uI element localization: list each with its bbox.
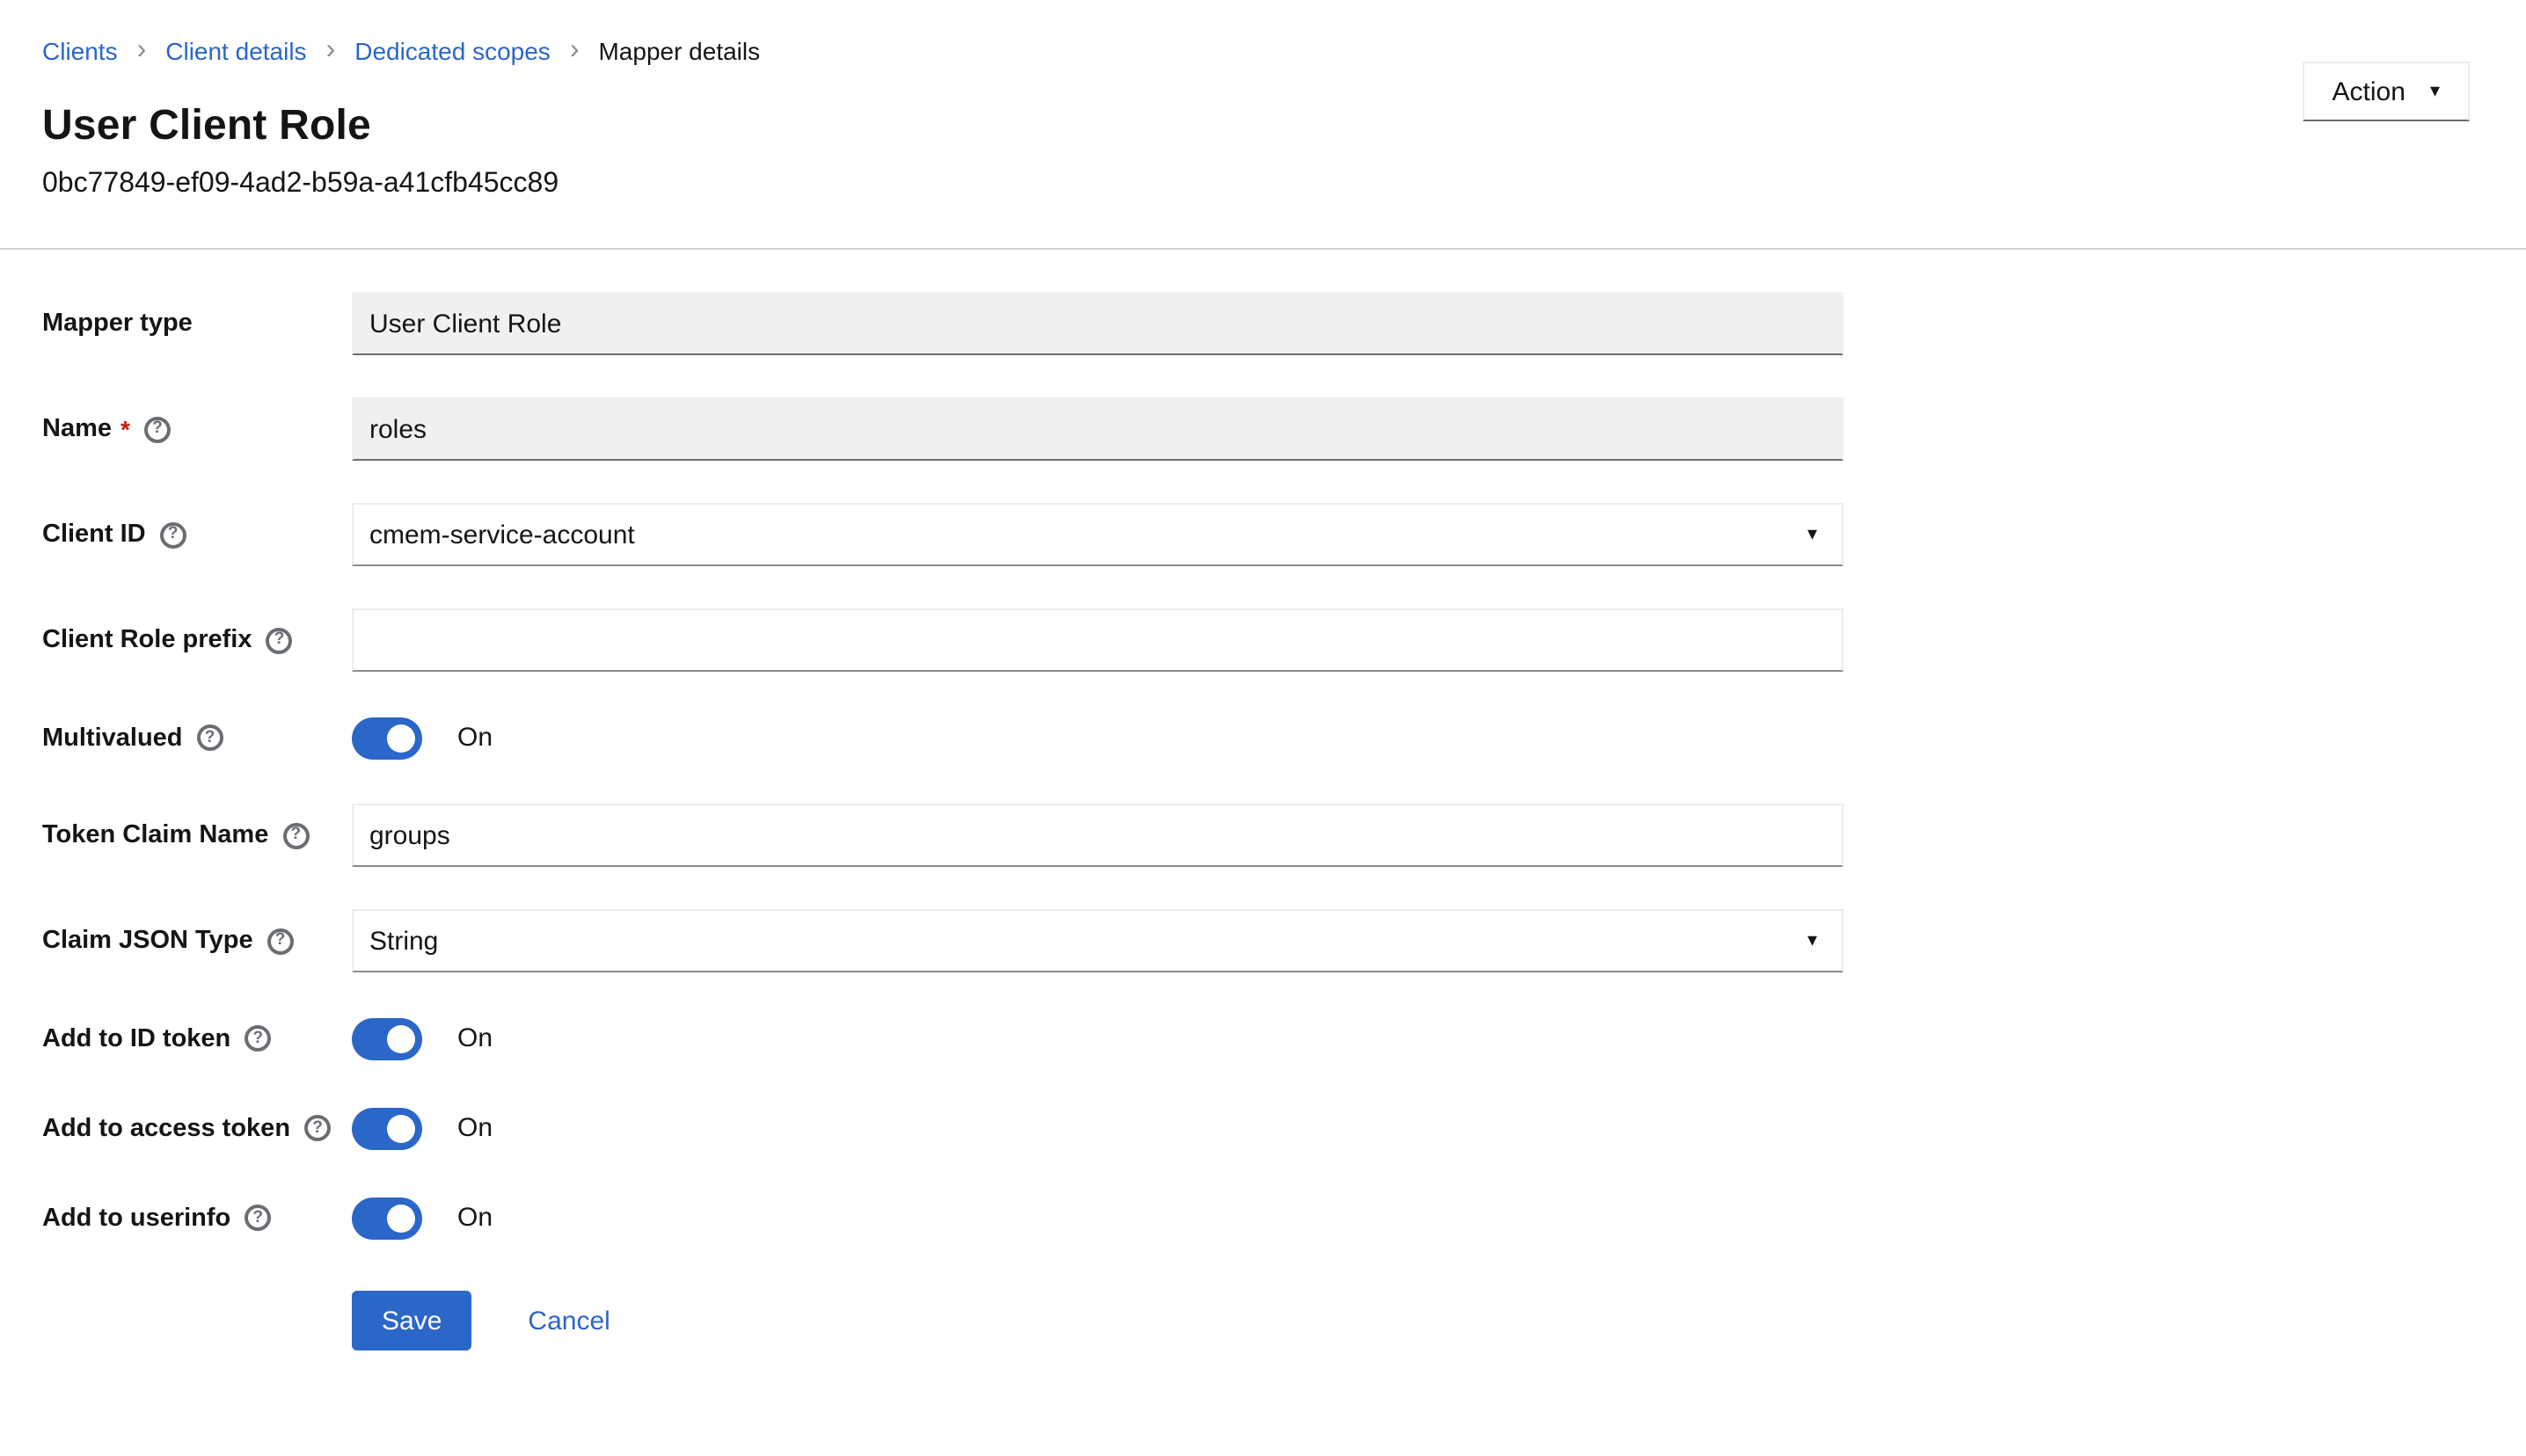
add-to-access-token-label-text: Add to access token: [42, 1112, 290, 1144]
token-claim-name-input[interactable]: [352, 804, 1843, 867]
client-role-prefix-input[interactable]: [352, 608, 1843, 672]
caret-down-icon: ▾: [2430, 82, 2440, 101]
add-to-userinfo-toggle-group: On: [352, 1197, 1843, 1239]
action-dropdown-label: Action: [2333, 76, 2406, 106]
save-button[interactable]: Save: [352, 1291, 471, 1350]
multivalued-state-label: On: [457, 723, 493, 753]
breadcrumb-item-client-details[interactable]: Client details: [165, 37, 306, 65]
form-actions: Save Cancel: [42, 1291, 2484, 1350]
switch-knob: [387, 1024, 415, 1052]
client-role-prefix-label-text: Client Role prefix: [42, 624, 252, 656]
add-to-userinfo-toggle[interactable]: [352, 1197, 422, 1239]
question-circle-icon[interactable]: ?: [197, 724, 223, 751]
switch-knob: [387, 1114, 415, 1142]
question-circle-icon[interactable]: ?: [245, 1025, 271, 1052]
add-to-access-token-toggle[interactable]: [352, 1107, 422, 1149]
name-label: Name*?: [42, 413, 352, 445]
caret-down-icon: ▾: [1807, 931, 1817, 950]
client-id-selected-value: cmem-service-account: [369, 520, 635, 550]
add-to-id-token-toggle[interactable]: [352, 1017, 422, 1059]
claim-json-type-label-text: Claim JSON Type: [42, 925, 253, 957]
name-input: [352, 397, 1843, 461]
add-to-userinfo-state-label: On: [457, 1203, 493, 1233]
action-dropdown-button[interactable]: Action ▾: [2303, 62, 2470, 121]
client-id-select[interactable]: cmem-service-account ▾: [352, 503, 1843, 566]
switch-knob: [387, 1204, 415, 1232]
mapper-type-label-text: Mapper type: [42, 308, 193, 339]
breadcrumb: Clients › Client details › Dedicated scopes ›…: [42, 37, 2484, 65]
multivalued-label: Multivalued?: [42, 722, 352, 753]
token-claim-name-label: Token Claim Name?: [42, 819, 352, 851]
switch-knob: [387, 724, 415, 752]
field-row-add-to-userinfo: Add to userinfo? On: [42, 1194, 2484, 1241]
add-to-id-token-toggle-group: On: [352, 1017, 1843, 1059]
mapper-id-text: 0bc77849-ef09-4ad2-b59a-a41cfb45cc89: [42, 167, 2484, 202]
claim-json-type-label: Claim JSON Type?: [42, 925, 352, 957]
form-rows: Mapper typeName*?Client ID?cmem-service-…: [42, 292, 2484, 1241]
field-row-claim-json-type: Claim JSON Type? String ▾: [42, 909, 2484, 972]
angle-right-icon: ›: [137, 39, 147, 63]
required-indicator: *: [120, 413, 130, 445]
add-to-userinfo-label: Add to userinfo?: [42, 1202, 352, 1234]
page-header: Clients › Client details › Dedicated scopes ›…: [0, 0, 2526, 250]
mapper-details-page: Clients › Client details › Dedicated scopes ›…: [0, 0, 2526, 1456]
claim-json-type-selected-value: String: [369, 926, 438, 956]
client-id-label-text: Client ID: [42, 519, 146, 550]
client-role-prefix-label: Client Role prefix?: [42, 624, 352, 656]
multivalued-toggle[interactable]: [352, 717, 422, 759]
angle-right-icon: ›: [570, 39, 580, 63]
question-circle-icon[interactable]: ?: [245, 1205, 271, 1231]
field-row-name: Name*?: [42, 397, 2484, 461]
mapper-type-label: Mapper type: [42, 308, 352, 339]
field-row-multivalued: Multivalued? On: [42, 714, 2484, 761]
breadcrumb-item-dedicated-scopes[interactable]: Dedicated scopes: [354, 37, 551, 65]
name-label-text: Name: [42, 413, 112, 445]
field-row-add-to-access-token: Add to access token? On: [42, 1104, 2484, 1152]
question-circle-icon[interactable]: ?: [282, 822, 309, 848]
field-row-mapper-type: Mapper type: [42, 292, 2484, 355]
add-to-access-token-toggle-group: On: [352, 1107, 1843, 1149]
multivalued-label-text: Multivalued: [42, 722, 183, 753]
mapper-type-input: [352, 292, 1843, 355]
caret-down-icon: ▾: [1807, 525, 1817, 544]
field-row-client-id: Client ID? cmem-service-account ▾: [42, 503, 2484, 566]
cancel-link[interactable]: Cancel: [528, 1306, 610, 1336]
question-circle-icon[interactable]: ?: [267, 928, 294, 954]
question-circle-icon[interactable]: ?: [144, 416, 171, 442]
claim-json-type-select[interactable]: String ▾: [352, 909, 1843, 972]
add-to-access-token-label: Add to access token?: [42, 1112, 352, 1144]
field-row-add-to-id-token: Add to ID token? On: [42, 1015, 2484, 1062]
add-to-id-token-label: Add to ID token?: [42, 1023, 352, 1054]
client-id-label: Client ID?: [42, 519, 352, 550]
mapper-form: Mapper typeName*?Client ID?cmem-service-…: [0, 250, 2526, 1393]
page-title: User Client Role: [42, 100, 2484, 153]
angle-right-icon: ›: [326, 39, 336, 63]
question-circle-icon[interactable]: ?: [160, 521, 186, 548]
field-row-token-claim-name: Token Claim Name?: [42, 804, 2484, 867]
add-to-userinfo-label-text: Add to userinfo: [42, 1202, 230, 1234]
question-circle-icon[interactable]: ?: [266, 627, 293, 653]
field-row-client-role-prefix: Client Role prefix?: [42, 608, 2484, 672]
breadcrumb-item-mapper-details: Mapper details: [598, 37, 760, 65]
add-to-access-token-state-label: On: [457, 1113, 493, 1143]
token-claim-name-label-text: Token Claim Name: [42, 819, 268, 851]
question-circle-icon[interactable]: ?: [304, 1115, 331, 1141]
add-to-id-token-state-label: On: [457, 1023, 493, 1053]
breadcrumb-item-clients[interactable]: Clients: [42, 37, 118, 65]
add-to-id-token-label-text: Add to ID token: [42, 1023, 230, 1054]
multivalued-toggle-group: On: [352, 717, 1843, 759]
